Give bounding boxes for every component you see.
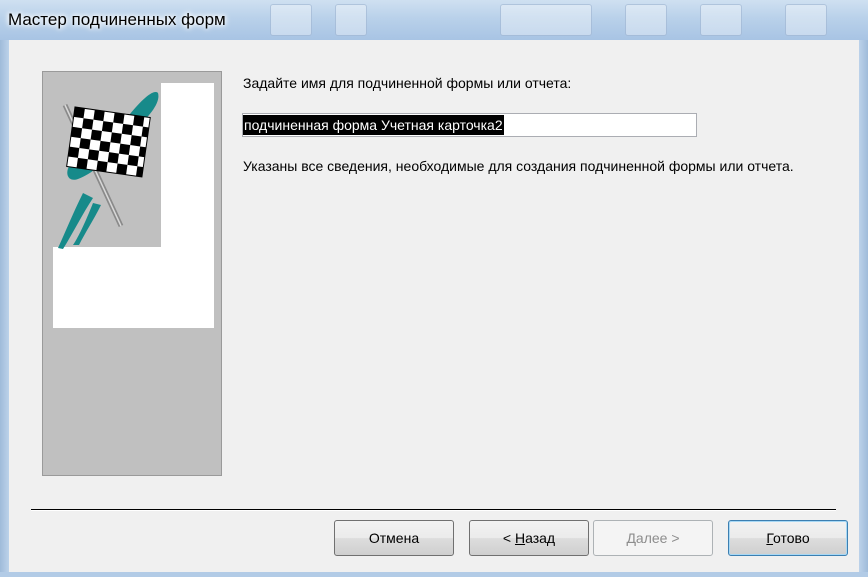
dialog-client-area: Задайте имя для подчиненной формы или от… xyxy=(9,40,859,572)
background-ribbon-ghost xyxy=(270,4,312,36)
back-button-label-rest: азад xyxy=(525,530,556,546)
next-button-label: Далее > xyxy=(626,530,680,546)
background-ribbon-ghost xyxy=(625,4,667,36)
window-frame-left xyxy=(0,40,9,577)
finish-button[interactable]: Готово xyxy=(728,520,848,556)
background-ribbon-ghost xyxy=(500,4,592,36)
subform-wizard-window: Мастер подчиненных форм Задайте имя для … xyxy=(0,0,868,577)
back-button[interactable]: < Назад xyxy=(469,520,589,556)
background-ribbon-ghost xyxy=(785,4,827,36)
name-prompt-label: Задайте имя для подчиненной формы или от… xyxy=(243,75,572,91)
subform-name-selected-text[interactable]: подчиненная форма Учетная карточка2 xyxy=(243,115,504,135)
window-title: Мастер подчиненных форм xyxy=(8,10,226,29)
background-ribbon-ghost xyxy=(335,4,367,36)
window-frame-bottom xyxy=(0,572,868,577)
next-button[interactable]: Далее > xyxy=(593,520,713,556)
finish-button-label-rest: отово xyxy=(773,530,810,546)
back-button-mnemonic: Н xyxy=(514,530,526,546)
title-bar[interactable]: Мастер подчиненных форм xyxy=(0,0,868,40)
info-text: Указаны все сведения, необходимые для со… xyxy=(243,158,794,174)
cancel-button[interactable]: Отмена xyxy=(334,520,454,556)
background-ribbon-ghost xyxy=(700,4,742,36)
window-frame-right xyxy=(859,40,868,577)
checkered-flag-icon xyxy=(58,92,159,249)
back-button-prefix: < xyxy=(502,530,515,546)
button-separator xyxy=(31,509,836,511)
subform-name-input[interactable]: подчиненная форма Учетная карточка2 xyxy=(242,113,697,137)
wizard-graphic-panel xyxy=(42,71,222,476)
cancel-button-label: Отмена xyxy=(368,530,420,546)
